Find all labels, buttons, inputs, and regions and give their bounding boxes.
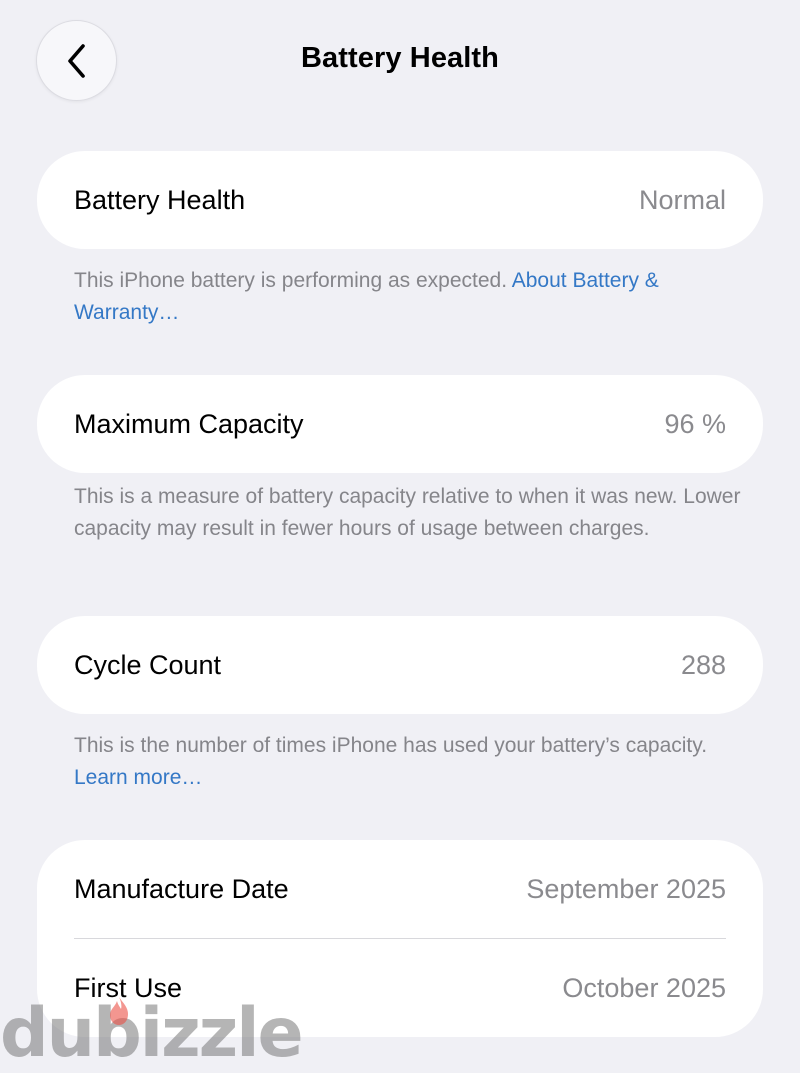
cycle-count-footnote: This is the number of times iPhone has u… — [74, 730, 744, 794]
learn-more-link[interactable]: Learn more… — [74, 766, 202, 789]
battery-health-screen: Battery Health Battery Health Normal Thi… — [0, 0, 800, 1073]
battery-health-footnote-text: This iPhone battery is performing as exp… — [74, 269, 512, 292]
page-title: Battery Health — [300, 42, 499, 74]
manufacture-date-value: September 2025 — [526, 873, 726, 904]
cycle-count-label: Cycle Count — [74, 649, 222, 680]
battery-health-card: Battery Health Normal — [37, 151, 763, 249]
battery-health-label: Battery Health — [74, 184, 246, 215]
maximum-capacity-card: Maximum Capacity 96 % — [37, 375, 763, 473]
maximum-capacity-footnote: This is a measure of battery capacity re… — [74, 485, 741, 540]
battery-health-footnote: This iPhone battery is performing as exp… — [74, 265, 744, 329]
flame-icon — [110, 997, 128, 1025]
cycle-count-card: Cycle Count 288 — [37, 616, 763, 714]
manufacture-date-label: Manufacture Date — [74, 873, 289, 904]
maximum-capacity-value: 96 % — [664, 408, 726, 439]
maximum-capacity-label: Maximum Capacity — [74, 408, 304, 439]
manufacture-date-row: Manufacture Date September 2025 — [37, 840, 763, 938]
maximum-capacity-row: Maximum Capacity 96 % — [37, 375, 763, 473]
battery-health-value: Normal — [638, 184, 726, 215]
battery-health-row: Battery Health Normal — [37, 151, 763, 249]
first-use-value: October 2025 — [562, 972, 726, 1003]
cycle-count-value: 288 — [680, 649, 726, 680]
cycle-count-row: Cycle Count 288 — [37, 616, 763, 714]
dubizzle-watermark: dubizzle — [0, 994, 304, 1073]
cycle-count-footnote-text: This is the number of times iPhone has u… — [74, 734, 708, 757]
